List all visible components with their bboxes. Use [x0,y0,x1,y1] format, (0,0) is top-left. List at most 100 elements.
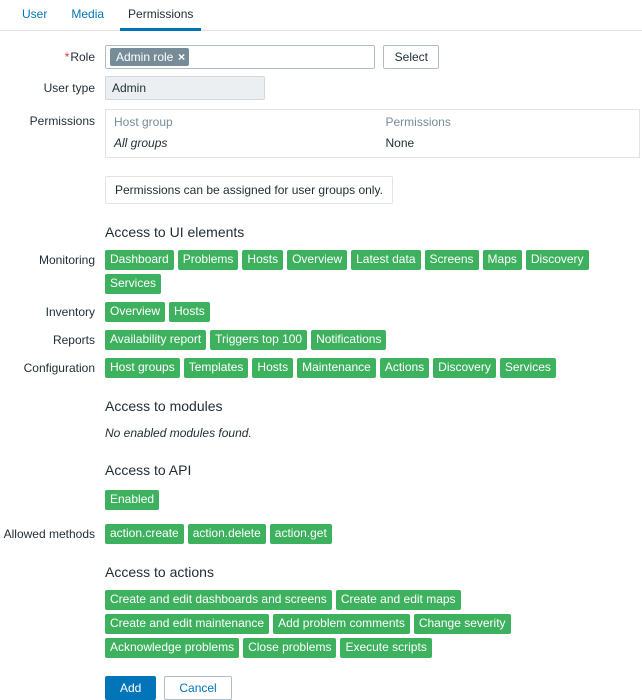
permissions-info-box: Permissions can be assigned for user gro… [105,176,393,204]
badge[interactable]: Close problems [243,638,337,658]
user-type-label: User type [43,81,95,95]
add-button[interactable]: Add [105,676,157,700]
badge[interactable]: Screens [424,250,479,270]
modules-row: Access to modules No enabled modules fou… [0,396,642,442]
ui-group-inventory-row: Inventory Overview Hosts [0,302,642,322]
column-header-permissions: Permissions [385,115,451,129]
role-label-text: Role [70,50,95,64]
badge[interactable]: Templates [183,358,249,378]
ui-group-inventory-field: Overview Hosts [105,302,642,322]
badge[interactable]: Availability report [105,330,207,350]
role-chip-label: Admin role [116,50,174,64]
permissions-table: Host group Permissions All groups None [105,109,640,158]
api-field: Access to API Enabled [105,460,642,510]
badge[interactable]: Maps [482,250,522,270]
badge-list-configuration: Host groups Templates Hosts Maintenance … [105,358,642,378]
permissions-field: Host group Permissions All groups None P… [105,109,642,204]
column-header-host-group: Host group [114,115,173,129]
badge[interactable]: Host groups [105,358,180,378]
role-chip[interactable]: Admin role × [110,48,190,66]
ui-group-reports-field: Availability report Triggers top 100 Not… [105,330,642,350]
badge[interactable]: Hosts [252,358,294,378]
badge-list-allowed-methods: action.create action.delete action.get [105,524,642,544]
badge[interactable]: Create and edit maps [335,590,461,610]
footer-field: Add Cancel [105,676,642,700]
allowed-methods-label: Allowed methods [3,527,95,541]
ui-group-monitoring-label: Monitoring [38,253,95,267]
api-heading: Access to API [105,462,192,478]
api-status-badge[interactable]: Enabled [105,490,160,510]
badge[interactable]: Hosts [242,250,284,270]
allowed-methods-row: Allowed methods action.create action.del… [0,524,642,544]
badge[interactable]: Services [499,358,556,378]
badge-list-actions: Create and edit dashboards and screens C… [105,590,605,658]
badge[interactable]: Dashboard [105,250,174,270]
badge[interactable]: Execute scripts [340,638,432,658]
ui-elements-heading-field: Access to UI elements [105,222,642,242]
role-field: Admin role × Select [105,45,642,69]
badge-list-monitoring: Dashboard Problems Hosts Overview Latest… [105,250,642,294]
ui-group-reports-row: Reports Availability report Triggers top… [0,330,642,350]
badge[interactable]: action.delete [187,524,266,544]
badge[interactable]: Acknowledge problems [105,638,240,658]
select-role-button[interactable]: Select [383,45,440,69]
badge[interactable]: action.create [105,524,184,544]
badge[interactable]: Actions [379,358,430,378]
ui-elements-heading: Access to UI elements [105,224,245,240]
modules-field: Access to modules No enabled modules fou… [105,396,642,442]
cell-host-group: All groups [114,136,168,150]
role-multiselect[interactable]: Admin role × [105,45,375,69]
actions-heading: Access to actions [105,564,214,580]
permissions-row: Permissions Host group Permissions All g… [0,109,642,204]
tab-permissions[interactable]: Permissions [116,0,205,31]
badge[interactable]: Services [105,274,162,294]
table-header-row: Host group Permissions [106,110,640,134]
user-type-row: User type [0,76,642,100]
ui-group-configuration-label: Configuration [23,361,95,375]
tab-media[interactable]: Media [59,0,116,30]
footer-row: Add Cancel [0,676,642,700]
badge[interactable]: Add problem comments [273,614,410,634]
badge[interactable]: Create and edit maintenance [105,614,270,634]
cancel-button[interactable]: Cancel [164,676,232,700]
badge-list-inventory: Overview Hosts [105,302,642,322]
user-type-input[interactable] [105,76,265,100]
ui-elements-heading-row: Access to UI elements [0,222,642,242]
badge[interactable]: Latest data [351,250,421,270]
badge-list-reports: Availability report Triggers top 100 Not… [105,330,642,350]
badge[interactable]: Overview [105,302,166,322]
badge[interactable]: Discovery [433,358,496,378]
badge[interactable]: Discovery [525,250,589,270]
api-row: Access to API Enabled [0,460,642,510]
badge[interactable]: action.get [269,524,332,544]
badge[interactable]: Triggers top 100 [210,330,308,350]
role-row: *Role Admin role × Select [0,45,642,69]
badge[interactable]: Overview [287,250,348,270]
footer-buttons: Add Cancel [105,676,642,700]
table-row: All groups None [106,133,640,158]
badge-list-api: Enabled [105,490,642,510]
badge[interactable]: Hosts [169,302,210,322]
user-type-field [105,76,642,100]
modules-empty-message: No enabled modules found. [105,426,252,440]
tab-user[interactable]: User [10,0,59,30]
tab-bar: User Media Permissions [0,0,642,31]
ui-group-reports-label: Reports [52,333,95,347]
badge[interactable]: Change severity [413,614,511,634]
actions-field: Access to actions Create and edit dashbo… [105,562,642,658]
badge[interactable]: Notifications [311,330,387,350]
badge[interactable]: Problems [177,250,239,270]
modules-heading: Access to modules [105,398,223,414]
badge[interactable]: Maintenance [297,358,376,378]
allowed-methods-field: action.create action.delete action.get [105,524,642,544]
ui-group-monitoring-field: Dashboard Problems Hosts Overview Latest… [105,250,642,294]
cell-permission: None [385,136,415,150]
required-marker: * [64,50,70,64]
badge[interactable]: Create and edit dashboards and screens [105,590,332,610]
permissions-form: *Role Admin role × Select User type Perm… [0,31,642,700]
ui-group-configuration-field: Host groups Templates Hosts Maintenance … [105,358,642,378]
ui-group-configuration-row: Configuration Host groups Templates Host… [0,358,642,378]
actions-row: Access to actions Create and edit dashbo… [0,562,642,658]
close-icon[interactable]: × [178,51,185,63]
permissions-label: Permissions [29,114,95,128]
